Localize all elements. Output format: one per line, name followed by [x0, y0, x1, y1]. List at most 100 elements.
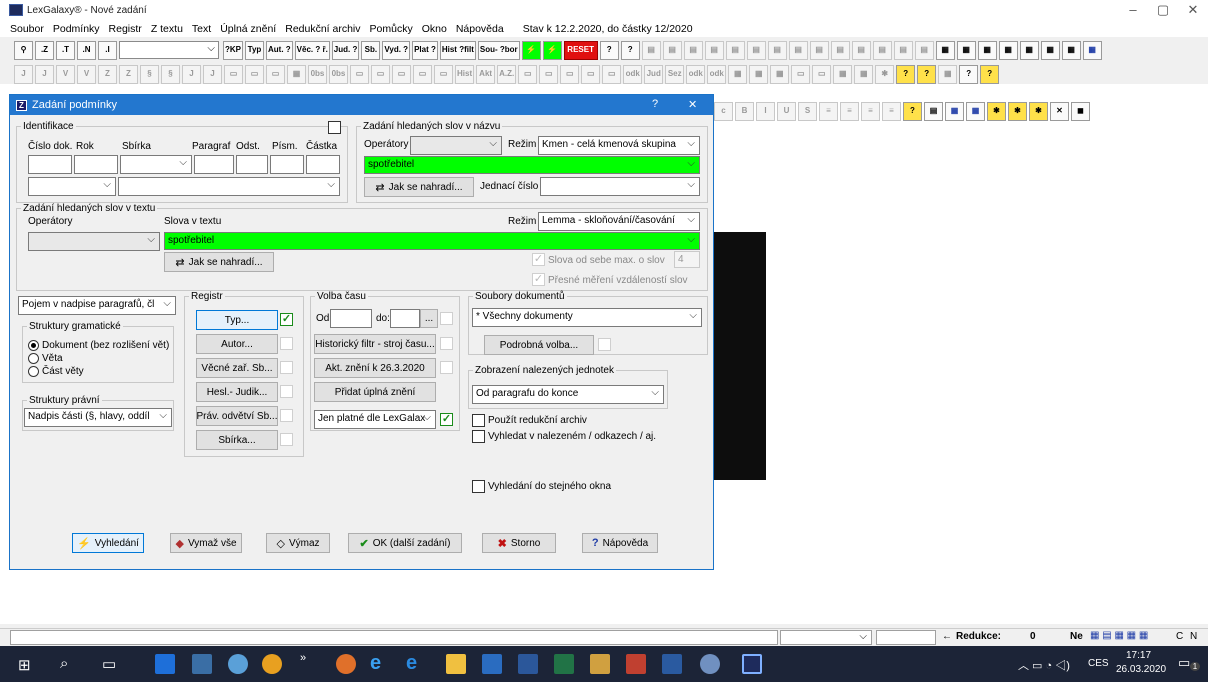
slova-count-select[interactable]: 4: [674, 251, 700, 268]
tb-flat-11[interactable]: ▤: [851, 40, 871, 60]
registr-prav-button[interactable]: Práv. odvětví Sb...: [196, 406, 278, 426]
taskbar-app-2-icon[interactable]: [192, 654, 212, 674]
nazev-operatory-select[interactable]: ⌵: [410, 136, 502, 155]
text-jak-button[interactable]: ⇄ Jak se nahradí...: [164, 252, 274, 272]
toolbar-select[interactable]: [119, 41, 219, 59]
tb2-icon-20[interactable]: ▦: [833, 64, 853, 84]
align-justify-icon[interactable]: ≡: [882, 101, 901, 121]
wrench-icon[interactable]: ✱: [987, 101, 1006, 121]
tb-nove-1[interactable]: ▦: [935, 40, 955, 60]
ok-dalsi-button[interactable]: ✔ OK (další zadání): [348, 533, 462, 553]
tb3-underline[interactable]: U: [777, 101, 796, 121]
search-lightning-icon[interactable]: ⚡: [542, 40, 562, 60]
tb-flat-8[interactable]: ▤: [788, 40, 808, 60]
tb2-j3[interactable]: J: [182, 64, 201, 84]
tb-jud[interactable]: Jud. ?: [331, 40, 360, 60]
rok-input[interactable]: [74, 155, 118, 174]
tb2-sez[interactable]: Sez: [665, 64, 685, 84]
registr-autor-button[interactable]: Autor...: [196, 334, 278, 354]
tb-z[interactable]: .Z: [35, 40, 54, 60]
tb-t[interactable]: .T: [56, 40, 75, 60]
tb-ur[interactable]: ▦: [1082, 40, 1102, 60]
taskbar-app-11-icon[interactable]: [626, 654, 646, 674]
tb2-jud[interactable]: Jud: [644, 64, 664, 84]
tb-i[interactable]: .I: [98, 40, 117, 60]
lightning-icon[interactable]: ⚡: [521, 40, 541, 60]
radio-cast-vety[interactable]: [28, 366, 39, 377]
question-icon[interactable]: ?: [599, 40, 619, 60]
tb-soubor[interactable]: Sou- ?bor: [477, 40, 520, 60]
tb2-j2[interactable]: J: [35, 64, 54, 84]
tb2-icon-23[interactable]: ▦: [938, 64, 958, 84]
paragraf-input[interactable]: [194, 155, 234, 174]
tb-nove-3[interactable]: ▦: [977, 40, 997, 60]
tb-nove-5[interactable]: ▦: [1019, 40, 1039, 60]
tb-flat-2[interactable]: ▤: [662, 40, 682, 60]
soubory-select[interactable]: * Všechny dokumenty ⌵: [472, 308, 702, 327]
vyhledat-nalezenem-checkbox[interactable]: [472, 430, 485, 443]
menu-pomucky[interactable]: Pomůcky: [370, 23, 413, 35]
pism-input[interactable]: [270, 155, 304, 174]
tb2-icon-7[interactable]: ▭: [392, 64, 411, 84]
tb2-obs1[interactable]: 0bs: [308, 64, 327, 84]
tb2-sb-icon[interactable]: ?: [917, 64, 937, 84]
menu-ztextu[interactable]: Z textu: [151, 23, 183, 35]
od-input[interactable]: [330, 309, 372, 328]
maximize-button[interactable]: ▢: [1148, 2, 1178, 18]
tb2-icon-16[interactable]: ▦: [749, 64, 769, 84]
status-select[interactable]: ⌵: [780, 630, 872, 645]
tb-flat-3[interactable]: ▤: [683, 40, 703, 60]
radio-veta[interactable]: [28, 353, 39, 364]
do-input[interactable]: [390, 309, 420, 328]
tb3-icon-1[interactable]: ▤: [924, 101, 943, 121]
sbirka-select[interactable]: ⌵: [120, 155, 192, 174]
stejne-okno-checkbox[interactable]: [472, 480, 485, 493]
tb-flat-7[interactable]: ▤: [767, 40, 787, 60]
registr-vecne-button[interactable]: Věcné zař. Sb...: [196, 358, 278, 378]
taskbar-app-13-icon[interactable]: [700, 654, 720, 674]
tb-flat-14[interactable]: ▤: [914, 40, 934, 60]
tb3-italic[interactable]: I: [756, 101, 775, 121]
tb2-icon-1[interactable]: ▭: [224, 64, 243, 84]
tb-flat-12[interactable]: ▤: [872, 40, 892, 60]
od-do-checkbox[interactable]: [440, 312, 453, 325]
taskbar-app-5-icon[interactable]: [336, 654, 356, 674]
vyhledani-button[interactable]: ⚡ Vyhledání: [72, 533, 144, 553]
registr-hesl-button[interactable]: Hesl.- Judik...: [196, 382, 278, 402]
tb-plat[interactable]: Plat ?: [412, 40, 438, 60]
cislo-dok-input[interactable]: [28, 155, 72, 174]
tb2-odk3[interactable]: odk: [707, 64, 727, 84]
close-window-button[interactable]: ✕: [1178, 2, 1208, 18]
close-x-icon[interactable]: ✕: [1050, 101, 1069, 121]
tb2-icon-8[interactable]: ▭: [413, 64, 432, 84]
align-center-icon[interactable]: ≡: [840, 101, 859, 121]
tb2-icon-9[interactable]: ▭: [434, 64, 453, 84]
tb-flat-9[interactable]: ▤: [809, 40, 829, 60]
tb2-icon-14[interactable]: ▭: [602, 64, 622, 84]
pridat-uplna-button[interactable]: Přidat úplná znění: [314, 382, 436, 402]
menu-registr[interactable]: Registr: [109, 23, 142, 35]
tb-flat-10[interactable]: ▤: [830, 40, 850, 60]
reset-button[interactable]: RESET: [563, 40, 598, 60]
vymaz-vse-button[interactable]: ◆ Vymaž vše: [170, 533, 242, 553]
tb-flat-1[interactable]: ▤: [641, 40, 661, 60]
tb2-z1[interactable]: Z: [98, 64, 117, 84]
tb2-odk1[interactable]: odk: [623, 64, 643, 84]
tb2-j4[interactable]: J: [203, 64, 222, 84]
registr-vecne-checkbox[interactable]: [280, 361, 293, 374]
identifikace-select-2[interactable]: ⌵: [118, 177, 340, 196]
registr-sbirka-checkbox[interactable]: [280, 433, 293, 446]
tb-sezn[interactable]: ▦: [1040, 40, 1060, 60]
arrow-left-icon[interactable]: ←: [942, 631, 952, 642]
jen-platne-checkbox[interactable]: ✓: [440, 413, 453, 426]
tray-icons[interactable]: ︿ ▭ ◔ ◁): [1018, 657, 1070, 673]
menu-soubor[interactable]: Soubor: [10, 23, 44, 35]
language-indicator[interactable]: CES: [1088, 658, 1109, 669]
tb2-icon-5[interactable]: ▭: [350, 64, 369, 84]
registr-hesl-checkbox[interactable]: [280, 385, 293, 398]
jednaci-select[interactable]: ⌵: [540, 177, 700, 196]
menu-podminky[interactable]: Podmínky: [53, 23, 100, 35]
notification-icon[interactable]: ▭: [1178, 655, 1190, 671]
ie-icon[interactable]: e: [370, 652, 381, 675]
text-search-input[interactable]: spotřebitel ⌵: [164, 232, 700, 250]
